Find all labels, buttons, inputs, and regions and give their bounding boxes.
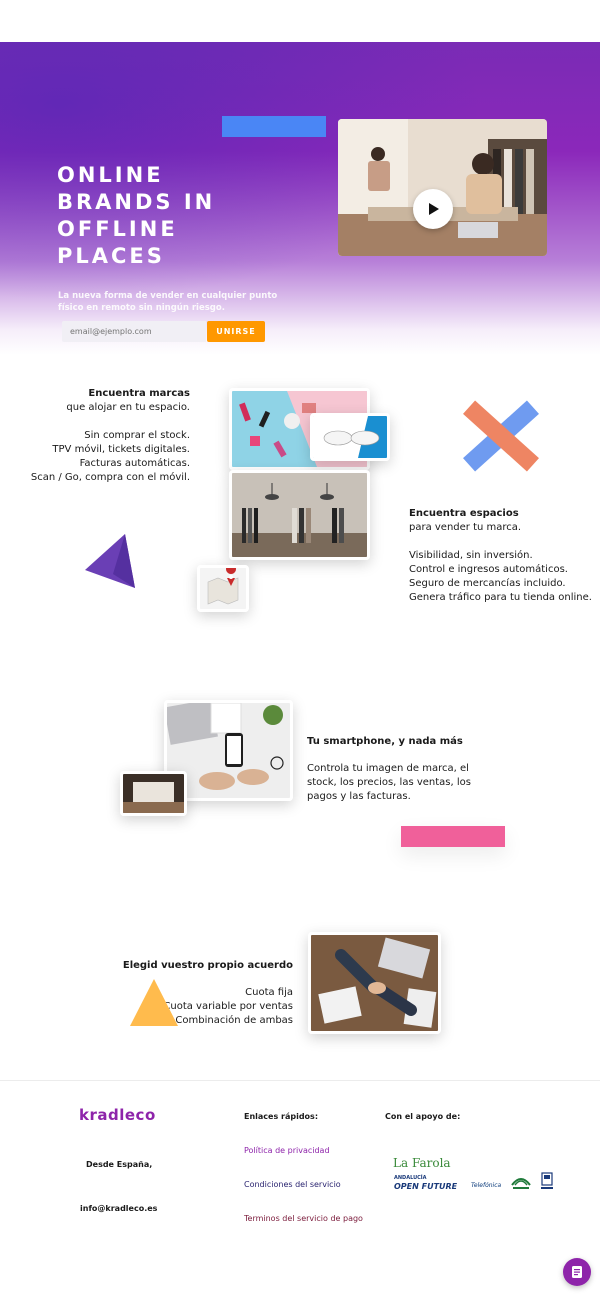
partner-telefonica: Telefónica — [471, 1182, 502, 1189]
brand-box-photo — [120, 771, 187, 816]
smartphone-text-block: Tu smartphone, y nada más Controla tu im… — [307, 735, 477, 804]
municipal-crest-icon — [541, 1172, 553, 1189]
junta-andalucia-logo-icon — [511, 1178, 531, 1189]
join-button[interactable]: UNIRSE — [207, 321, 265, 342]
spaces-line1: para vender tu marca. — [409, 522, 522, 533]
hero-subtitle: La nueva forma de vender en cualquier pu… — [58, 291, 278, 313]
partner-la-farola: La Farola — [393, 1156, 451, 1170]
spaces-item-2: Control e ingresos automáticos. — [409, 564, 568, 575]
hero-title-line-3: OFFLINE — [57, 217, 178, 241]
hero-title: ONLINE BRANDS IN OFFLINE PLACES — [57, 162, 257, 270]
brands-text-block: Encuentra marcas que alojar en tu espaci… — [30, 387, 190, 485]
smartphone-body-line-1: Controla tu imagen de marca, el — [307, 763, 469, 774]
kradleco-logo[interactable]: kradleco — [79, 1106, 156, 1124]
footer-email[interactable]: info@kradleco.es — [80, 1204, 157, 1213]
support-heading: Con el apoyo de: — [385, 1112, 461, 1121]
hero-title-line-4: PLACES — [57, 244, 165, 268]
decorative-pink-bar — [401, 826, 505, 847]
video-thumbnail[interactable] — [338, 119, 547, 256]
hero-title-line-2: BRANDS IN — [57, 190, 216, 214]
play-button[interactable] — [413, 189, 453, 229]
hero-title-line-1: ONLINE — [57, 163, 164, 187]
brands-heading: Encuentra marcas — [88, 388, 190, 399]
shoes-photo — [310, 413, 390, 461]
decorative-yellow-triangle — [130, 979, 178, 1026]
brands-item-3: Facturas automáticas. — [79, 458, 190, 469]
chat-button[interactable] — [563, 1258, 591, 1286]
spaces-text-block: Encuentra espacios para vender tu marca.… — [409, 507, 594, 605]
decorative-blue-bar — [222, 116, 326, 137]
footer-origin: Desde España, — [86, 1160, 153, 1169]
agreement-heading: Elegid vuestro propio acuerdo — [122, 960, 293, 971]
smartphone-body-line-3: pagos y las facturas. — [307, 791, 411, 802]
email-input[interactable] — [62, 321, 206, 342]
spaces-item-4: Genera tráfico para tu tienda online. — [409, 592, 592, 603]
play-icon — [429, 203, 439, 215]
partner-open-future: OPEN FUTURE — [394, 1182, 458, 1191]
partner-andalucia: ANDALUCÍA — [394, 1175, 427, 1181]
brands-line1: que alojar en tu espacio. — [66, 402, 190, 413]
store-photo — [338, 119, 547, 256]
handshake-photo — [308, 932, 441, 1034]
map-pin-photo — [197, 565, 249, 612]
footer-links-heading: Enlaces rápidos: — [244, 1112, 319, 1121]
payment-terms-link[interactable]: Terminos del servicio de pago — [244, 1214, 363, 1223]
brands-item-2: TPV móvil, tickets digitales. — [52, 444, 190, 455]
spaces-item-3: Seguro de mercancías incluido. — [409, 578, 566, 589]
privacy-policy-link[interactable]: Política de privacidad — [244, 1146, 330, 1155]
decorative-cross-shape — [463, 400, 539, 472]
clothing-store-photo — [229, 470, 370, 560]
smartphone-body-line-2: stock, los precios, las ventas, los — [307, 777, 471, 788]
brands-item-4: Scan / Go, compra con el móvil. — [30, 472, 190, 483]
spaces-item-1: Visibilidad, sin inversión. — [409, 550, 533, 561]
terms-of-service-link[interactable]: Condiciones del servicio — [244, 1180, 341, 1189]
smartphone-heading: Tu smartphone, y nada más — [307, 736, 463, 747]
decorative-purple-triangle — [85, 534, 135, 588]
brands-item-1: Sin comprar el stock. — [84, 430, 190, 441]
chat-icon — [572, 1266, 582, 1278]
spaces-heading: Encuentra espacios — [409, 508, 519, 519]
